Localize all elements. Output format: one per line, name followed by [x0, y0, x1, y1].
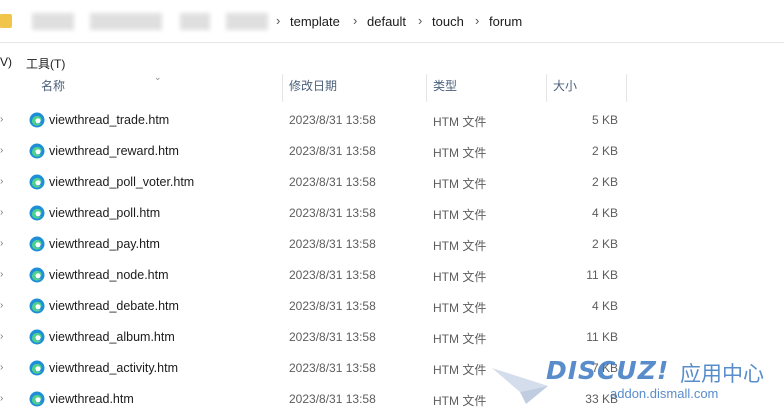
file-type: HTM 文件	[433, 208, 487, 222]
expand-chevron-icon: ›	[0, 362, 4, 373]
breadcrumb-item-forum[interactable]: forum	[489, 14, 522, 29]
file-name[interactable]: viewthread_node.htm	[49, 268, 169, 282]
column-divider[interactable]	[626, 74, 627, 102]
edge-browser-icon	[29, 112, 45, 128]
file-modified-date: 2023/8/31 13:58	[289, 330, 376, 344]
menu-bar: V) 工具(T)	[0, 50, 784, 74]
file-row[interactable]: › viewthread_reward.htm 2023/8/31 13:58 HTM…	[0, 136, 784, 167]
file-name[interactable]: viewthread_reward.htm	[49, 144, 179, 158]
breadcrumb-separator: ›	[418, 13, 423, 28]
breadcrumb-item-default[interactable]: default	[367, 14, 406, 29]
blurred-path-segment	[180, 13, 210, 30]
file-modified-date: 2023/8/31 13:58	[289, 175, 376, 189]
file-modified-date: 2023/8/31 13:58	[289, 299, 376, 313]
file-row[interactable]: › viewthread_poll_voter.htm 2023/8/31 13:5…	[0, 167, 784, 198]
column-header-name[interactable]: 名称	[41, 77, 65, 101]
file-type: HTM 文件	[433, 270, 487, 284]
menu-item-view[interactable]: V)	[0, 55, 12, 69]
file-size: 4 KB	[591, 206, 618, 220]
address-bar[interactable]: › template › default › touch › forum	[0, 0, 784, 43]
blurred-path-segment	[90, 13, 162, 30]
folder-icon	[0, 14, 12, 28]
file-name[interactable]: viewthread_activity.htm	[49, 361, 178, 375]
file-type: HTM 文件	[433, 239, 487, 253]
breadcrumb-separator: ›	[353, 13, 358, 28]
file-size: 4 KB	[591, 299, 618, 313]
file-size: 11 KB	[586, 330, 618, 344]
file-modified-date: 2023/8/31 13:58	[289, 392, 376, 406]
file-name[interactable]: viewthread_album.htm	[49, 330, 175, 344]
file-modified-date: 2023/8/31 13:58	[289, 237, 376, 251]
paper-plane-icon	[492, 368, 548, 404]
watermark-logo: DISCUZ!	[546, 356, 670, 385]
blurred-path-segment	[32, 13, 74, 30]
file-row[interactable]: › viewthread_pay.htm 2023/8/31 13:58 HTM 文件…	[0, 229, 784, 260]
file-size: 11 KB	[586, 268, 618, 282]
file-name[interactable]: viewthread_debate.htm	[49, 299, 179, 313]
file-type: HTM 文件	[433, 394, 487, 408]
discuz-watermark: DISCUZ! 应用中心 addon.dismall.com	[490, 354, 784, 420]
file-size: 5 KB	[591, 113, 618, 127]
file-modified-date: 2023/8/31 13:58	[289, 206, 376, 220]
edge-browser-icon	[29, 360, 45, 376]
expand-chevron-icon: ›	[0, 176, 4, 187]
edge-browser-icon	[29, 267, 45, 283]
watermark-url: addon.dismall.com	[610, 386, 719, 401]
breadcrumb-separator: ›	[276, 13, 281, 28]
file-name[interactable]: viewthread_poll.htm	[49, 206, 160, 220]
watermark-cn-text: 应用中心	[680, 363, 764, 386]
column-divider[interactable]	[546, 74, 547, 102]
file-name[interactable]: viewthread_trade.htm	[49, 113, 169, 127]
edge-browser-icon	[29, 329, 45, 345]
expand-chevron-icon: ›	[0, 145, 4, 156]
file-size: 2 KB	[591, 237, 618, 251]
edge-browser-icon	[29, 391, 45, 407]
edge-browser-icon	[29, 236, 45, 252]
file-type: HTM 文件	[433, 332, 487, 346]
file-modified-date: 2023/8/31 13:58	[289, 113, 376, 127]
file-row[interactable]: › viewthread_trade.htm 2023/8/31 13:58 HTM …	[0, 105, 784, 136]
file-row[interactable]: › viewthread_album.htm 2023/8/31 13:58 HTM …	[0, 322, 784, 353]
column-header-type[interactable]: 类型	[433, 77, 457, 101]
expand-chevron-icon: ›	[0, 300, 4, 311]
column-divider[interactable]	[282, 74, 283, 102]
column-divider[interactable]	[426, 74, 427, 102]
edge-browser-icon	[29, 298, 45, 314]
edge-browser-icon	[29, 143, 45, 159]
file-name[interactable]: viewthread_poll_voter.htm	[49, 175, 194, 189]
column-header-size[interactable]: 大小	[553, 77, 577, 101]
breadcrumb-separator: ›	[475, 13, 480, 28]
file-row[interactable]: › viewthread_debate.htm 2023/8/31 13:58 HTM…	[0, 291, 784, 322]
expand-chevron-icon: ›	[0, 114, 4, 125]
file-modified-date: 2023/8/31 13:58	[289, 144, 376, 158]
file-type: HTM 文件	[433, 363, 487, 377]
expand-chevron-icon: ›	[0, 238, 4, 249]
menu-item-tools[interactable]: 工具(T)	[26, 55, 65, 72]
file-name[interactable]: viewthread.htm	[49, 392, 134, 406]
expand-chevron-icon: ›	[0, 269, 4, 280]
file-type: HTM 文件	[433, 146, 487, 160]
expand-chevron-icon: ›	[0, 393, 4, 404]
column-header-modified[interactable]: 修改日期	[289, 77, 337, 101]
sort-chevron-icon: ⌄	[154, 72, 162, 82]
file-row[interactable]: › viewthread_node.htm 2023/8/31 13:58 HTM 文…	[0, 260, 784, 291]
file-size: 2 KB	[591, 175, 618, 189]
breadcrumb-item-template[interactable]: template	[290, 14, 340, 29]
expand-chevron-icon: ›	[0, 207, 4, 218]
file-size: 2 KB	[591, 144, 618, 158]
file-row[interactable]: › viewthread_poll.htm 2023/8/31 13:58 HTM 文…	[0, 198, 784, 229]
file-type: HTM 文件	[433, 177, 487, 191]
edge-browser-icon	[29, 174, 45, 190]
edge-browser-icon	[29, 205, 45, 221]
blurred-path-segment	[226, 13, 268, 30]
file-type: HTM 文件	[433, 115, 487, 129]
file-name[interactable]: viewthread_pay.htm	[49, 237, 160, 251]
file-modified-date: 2023/8/31 13:58	[289, 268, 376, 282]
breadcrumb-item-touch[interactable]: touch	[432, 14, 464, 29]
expand-chevron-icon: ›	[0, 331, 4, 342]
file-type: HTM 文件	[433, 301, 487, 315]
file-modified-date: 2023/8/31 13:58	[289, 361, 376, 375]
